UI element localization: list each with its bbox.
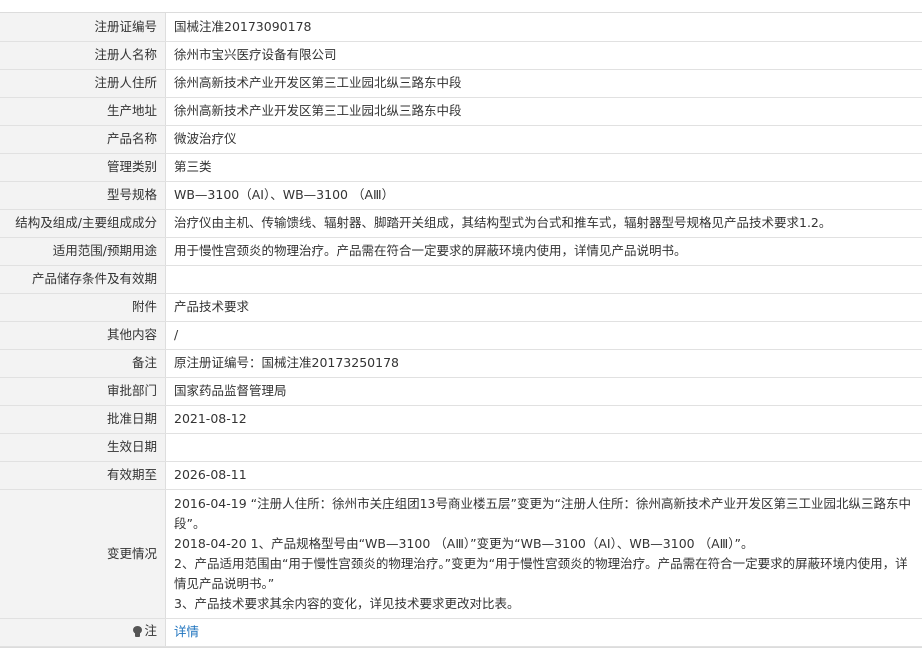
- table-row: 其他内容 /: [0, 321, 922, 350]
- table-row: 注册证编号 国械注准20173090178: [0, 13, 922, 42]
- field-label: 有效期至: [0, 461, 166, 490]
- table-row: 产品名称 微波治疗仪: [0, 125, 922, 154]
- change-entry: 3、产品技术要求其余内容的变化，详见技术要求更改对比表。: [174, 595, 520, 611]
- change-entry: 2016-04-19 “注册人住所：徐州市关庄组团13号商业楼五层”变更为“注册…: [174, 495, 911, 531]
- table-row: 备注 原注册证编号：国械注准20173250178: [0, 349, 922, 378]
- change-entry: 2018-04-20 1、产品规格型号由“WB—3100 （AⅢ）”变更为“WB…: [174, 535, 754, 551]
- field-value: 国械注准20173090178: [165, 13, 922, 42]
- change-history-value: 2016-04-19 “注册人住所：徐州市关庄组团13号商业楼五层”变更为“注册…: [165, 489, 922, 619]
- table-row: 有效期至 2026-08-11: [0, 461, 922, 490]
- field-value: 2021-08-12: [165, 405, 922, 434]
- table-row: 型号规格 WB—3100（AⅠ）、WB—3100 （AⅢ）: [0, 181, 922, 210]
- bulb-icon: [133, 625, 143, 637]
- field-value: 用于慢性宫颈炎的物理治疗。产品需在符合一定要求的屏蔽环境内使用，详情见产品说明书…: [165, 237, 922, 266]
- field-label: 生效日期: [0, 433, 166, 462]
- table-row: 附件 产品技术要求: [0, 293, 922, 322]
- field-label: 产品储存条件及有效期: [0, 265, 166, 294]
- field-value: 治疗仪由主机、传输馈线、辐射器、脚踏开关组成，其结构型式为台式和推车式，辐射器型…: [165, 209, 922, 238]
- field-label: 产品名称: [0, 125, 166, 154]
- note-label: 注: [133, 621, 157, 641]
- table-row: 注册人住所 徐州高新技术产业开发区第三工业园北纵三路东中段: [0, 69, 922, 98]
- field-label: 型号规格: [0, 181, 166, 210]
- change-entry: 2、产品适用范围由“用于慢性宫颈炎的物理治疗。”变更为“用于慢性宫颈炎的物理治疗…: [174, 555, 908, 591]
- field-value: 原注册证编号：国械注准20173250178: [165, 349, 922, 378]
- field-value: 第三类: [165, 153, 922, 182]
- field-label: 注册人名称: [0, 41, 166, 70]
- field-value: 产品技术要求: [165, 293, 922, 322]
- table-row: 结构及组成/主要组成成分 治疗仪由主机、传输馈线、辐射器、脚踏开关组成，其结构型…: [0, 209, 922, 238]
- field-label: 其他内容: [0, 321, 166, 350]
- table-row: 审批部门 国家药品监督管理局: [0, 377, 922, 406]
- table-row: 生效日期: [0, 433, 922, 462]
- field-value: 国家药品监督管理局: [165, 377, 922, 406]
- note-value: 详情: [165, 618, 922, 647]
- field-label: 附件: [0, 293, 166, 322]
- note-label-text: 注: [144, 623, 157, 639]
- field-label: 批准日期: [0, 405, 166, 434]
- table-row: 注册人名称 徐州市宝兴医疗设备有限公司: [0, 41, 922, 70]
- field-value: 2026-08-11: [165, 461, 922, 490]
- field-label: 备注: [0, 349, 166, 378]
- field-label: 生产地址: [0, 97, 166, 126]
- change-history-row: 变更情况 2016-04-19 “注册人住所：徐州市关庄组团13号商业楼五层”变…: [0, 489, 922, 619]
- field-value: 微波治疗仪: [165, 125, 922, 154]
- field-value: 徐州市宝兴医疗设备有限公司: [165, 41, 922, 70]
- field-label: 审批部门: [0, 377, 166, 406]
- field-value: /: [165, 321, 922, 350]
- field-value: 徐州高新技术产业开发区第三工业园北纵三路东中段: [165, 97, 922, 126]
- field-value: [165, 265, 922, 294]
- field-value: [165, 433, 922, 462]
- table-row: 批准日期 2021-08-12: [0, 405, 922, 434]
- table-bottom-border: [0, 646, 922, 648]
- field-label: 注册证编号: [0, 13, 166, 42]
- registration-detail-table: 注册证编号 国械注准20173090178 注册人名称 徐州市宝兴医疗设备有限公…: [0, 13, 922, 647]
- change-history-label: 变更情况: [0, 489, 166, 619]
- field-label: 注册人住所: [0, 69, 166, 98]
- note-label-cell: 注: [0, 618, 166, 647]
- field-label: 管理类别: [0, 153, 166, 182]
- field-label: 结构及组成/主要组成成分: [0, 209, 166, 238]
- details-link[interactable]: 详情: [174, 624, 199, 639]
- note-row: 注 详情: [0, 618, 922, 647]
- field-value: 徐州高新技术产业开发区第三工业园北纵三路东中段: [165, 69, 922, 98]
- table-row: 适用范围/预期用途 用于慢性宫颈炎的物理治疗。产品需在符合一定要求的屏蔽环境内使…: [0, 237, 922, 266]
- field-value: WB—3100（AⅠ）、WB—3100 （AⅢ）: [165, 181, 922, 210]
- table-row: 产品储存条件及有效期: [0, 265, 922, 294]
- table-row: 管理类别 第三类: [0, 153, 922, 182]
- table-row: 生产地址 徐州高新技术产业开发区第三工业园北纵三路东中段: [0, 97, 922, 126]
- top-strip: [0, 0, 922, 13]
- field-label: 适用范围/预期用途: [0, 237, 166, 266]
